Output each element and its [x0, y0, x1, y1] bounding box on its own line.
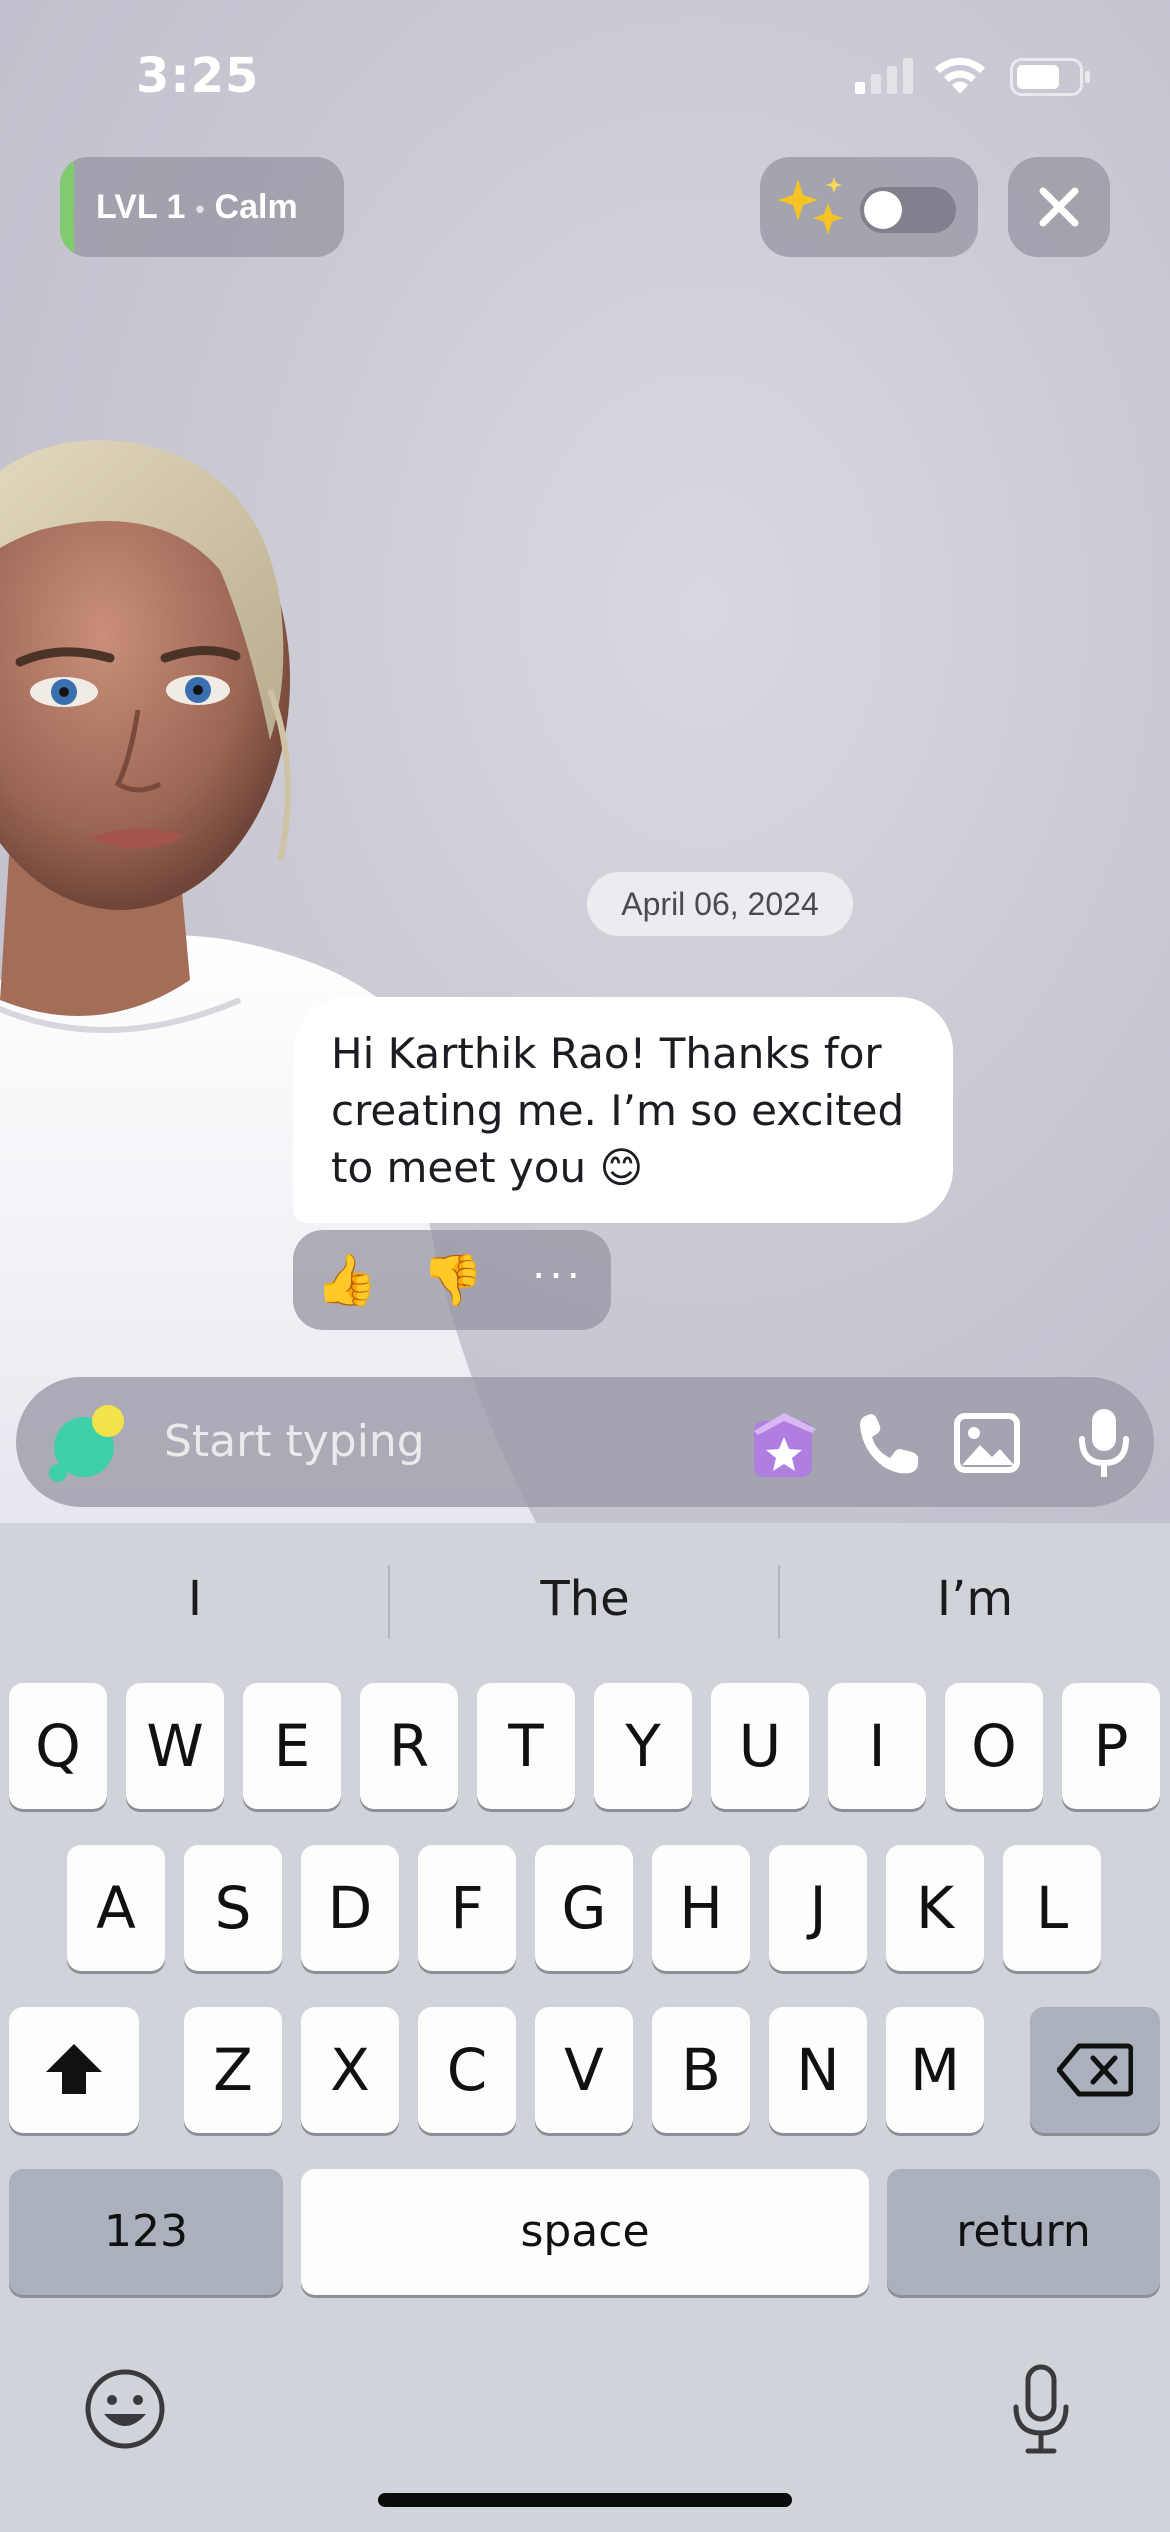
key-h[interactable]: H	[652, 1845, 750, 1971]
shift-key[interactable]	[9, 2007, 139, 2133]
message-bubble[interactable]: Hi Karthik Rao! Thanks for creating me. …	[293, 997, 953, 1223]
key-a[interactable]: A	[67, 1845, 165, 1971]
level-label: LVL 1	[96, 188, 186, 226]
sparkles-toggle-control[interactable]	[760, 157, 978, 257]
key-u[interactable]: U	[711, 1683, 809, 1809]
microphone-icon[interactable]	[1074, 1407, 1134, 1479]
message-reactions: 👍 👎 ···	[293, 1230, 611, 1330]
cellular-signal-icon	[855, 58, 913, 94]
sparkles-icon	[778, 177, 843, 235]
key-b[interactable]: B	[652, 2007, 750, 2133]
key-z[interactable]: Z	[184, 2007, 282, 2133]
key-e[interactable]: E	[243, 1683, 341, 1809]
key-g[interactable]: G	[535, 1845, 633, 1971]
key-r[interactable]: R	[360, 1683, 458, 1809]
sparkles-toggle[interactable]	[860, 187, 956, 233]
key-q[interactable]: Q	[9, 1683, 107, 1809]
thumbs-down-button[interactable]: 👎	[421, 1248, 485, 1312]
battery-icon	[1010, 58, 1090, 96]
thumbs-up-button[interactable]: 👍	[315, 1248, 379, 1312]
key-m[interactable]: M	[886, 2007, 984, 2133]
key-s[interactable]: S	[184, 1845, 282, 1971]
suggestion-1[interactable]: I	[0, 1523, 390, 1675]
status-bar: 3:25	[0, 0, 1170, 150]
emoji-icon[interactable]	[84, 2368, 166, 2450]
shift-icon	[46, 2044, 102, 2094]
key-o[interactable]: O	[945, 1683, 1043, 1809]
backspace-icon	[1057, 2043, 1133, 2097]
key-x[interactable]: X	[301, 2007, 399, 2133]
numbers-key[interactable]: 123	[9, 2169, 283, 2295]
level-label-wrap: LVL 1 • Calm	[96, 157, 298, 257]
gift-box-icon[interactable]	[746, 1407, 822, 1483]
dictation-icon[interactable]	[1010, 2363, 1072, 2455]
key-p[interactable]: P	[1062, 1683, 1160, 1809]
suggestion-2[interactable]: The	[390, 1523, 780, 1675]
level-badge[interactable]: LVL 1 • Calm	[60, 157, 344, 257]
ai-blob-icon	[49, 1405, 124, 1482]
more-options-button[interactable]: ···	[525, 1240, 589, 1304]
key-f[interactable]: F	[418, 1845, 516, 1971]
avatar-scene: 3:25 LVL 1 • Calm April 06, 2024 Hi Kart…	[0, 0, 1170, 1523]
suggestion-3[interactable]: I’m	[780, 1523, 1170, 1675]
keyboard: I The I’m Q W E R T Y U I O P A S D F G …	[0, 1523, 1170, 2532]
key-w[interactable]: W	[126, 1683, 224, 1809]
message-input[interactable]: Start typing	[164, 1377, 425, 1507]
space-key[interactable]: space	[301, 2169, 869, 2295]
close-button[interactable]	[1008, 157, 1110, 257]
key-c[interactable]: C	[418, 2007, 516, 2133]
key-t[interactable]: T	[477, 1683, 575, 1809]
image-icon[interactable]	[954, 1413, 1020, 1473]
backspace-key[interactable]	[1030, 2007, 1160, 2133]
predictive-bar: I The I’m	[0, 1523, 1170, 1675]
date-chip: April 06, 2024	[587, 872, 853, 936]
key-y[interactable]: Y	[594, 1683, 692, 1809]
close-icon	[1039, 187, 1079, 227]
key-n[interactable]: N	[769, 2007, 867, 2133]
key-l[interactable]: L	[1003, 1845, 1101, 1971]
level-accent-bar	[60, 157, 74, 257]
wifi-icon	[935, 57, 985, 94]
status-time: 3:25	[136, 48, 260, 104]
home-indicator	[378, 2493, 792, 2507]
key-v[interactable]: V	[535, 2007, 633, 2133]
separator-dot: •	[195, 194, 205, 224]
key-j[interactable]: J	[769, 1845, 867, 1971]
key-i[interactable]: I	[828, 1683, 926, 1809]
avatar-character-image	[0, 440, 537, 1523]
key-k[interactable]: K	[886, 1845, 984, 1971]
toggle-knob	[864, 191, 902, 229]
key-d[interactable]: D	[301, 1845, 399, 1971]
return-key[interactable]: return	[887, 2169, 1160, 2295]
mood-label: Calm	[214, 188, 298, 226]
phone-call-icon[interactable]	[854, 1411, 924, 1477]
message-composer: Start typing	[16, 1377, 1154, 1507]
